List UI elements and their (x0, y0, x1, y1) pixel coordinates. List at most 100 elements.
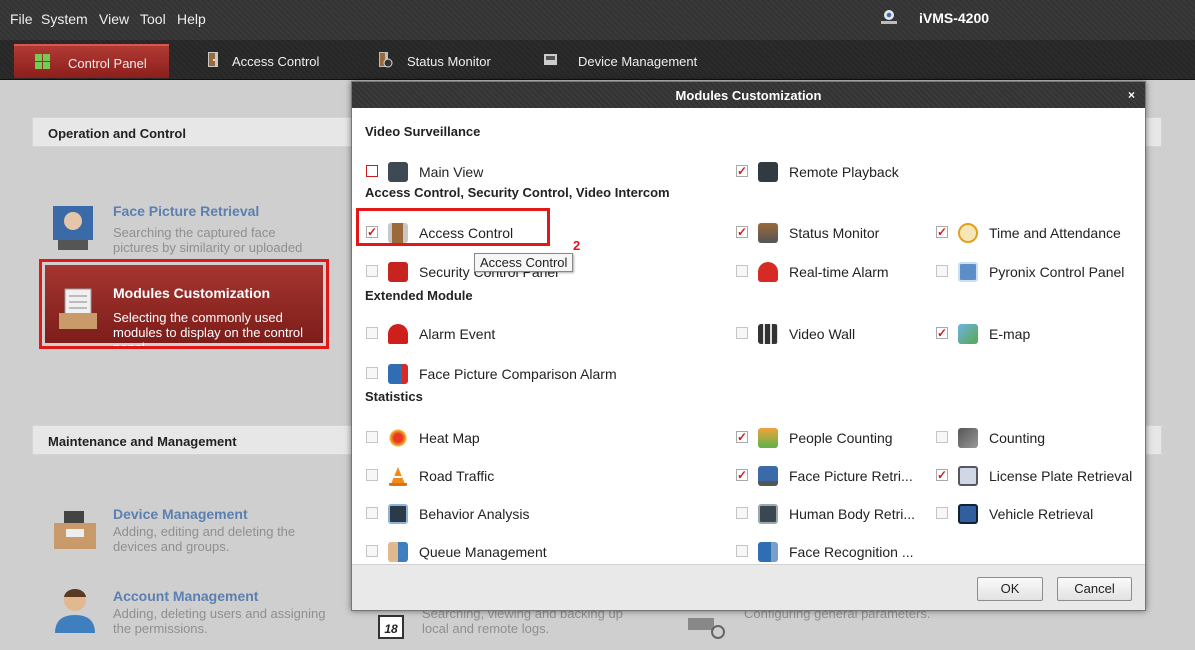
checkbox[interactable] (366, 507, 378, 519)
module-label: Real-time Alarm (789, 264, 889, 280)
account-management-item[interactable]: Account Management Adding, deleting user… (52, 585, 352, 645)
item-title: Account Management (113, 588, 259, 604)
checkbox[interactable] (366, 165, 378, 177)
checkbox[interactable]: ✓ (736, 469, 748, 481)
tab-access-control[interactable]: Access Control (190, 44, 340, 78)
access-control-highlight (356, 208, 550, 246)
tab-device-management[interactable]: Device Management (538, 44, 718, 78)
category-extended-module: Extended Module (365, 288, 473, 303)
step-marker-2: 2 (573, 238, 581, 253)
module-label: Vehicle Retrieval (989, 506, 1094, 522)
menu-view[interactable]: View (99, 11, 129, 27)
face-alarm-icon (388, 364, 408, 384)
module-label: Behavior Analysis (419, 506, 530, 522)
item-description: Selecting the commonly used modules to d… (113, 310, 304, 349)
dialog-title-bar: Modules Customization × (352, 82, 1145, 108)
menu-file[interactable]: File (10, 11, 33, 27)
category-statistics: Statistics (365, 389, 423, 404)
item-description: Searching, viewing and backing up local … (422, 606, 623, 636)
device-icon (544, 54, 557, 65)
user-account-icon (55, 588, 95, 633)
module-label: Human Body Retri... (789, 506, 916, 522)
log-search-item[interactable]: 18 Searching, viewing and backing up loc… (378, 606, 648, 650)
device-management-icon (54, 511, 96, 549)
section-title: Operation and Control (48, 126, 186, 141)
tab-label: Status Monitor (407, 54, 491, 69)
modules-customization-icon (59, 288, 97, 329)
checkbox[interactable] (366, 265, 378, 277)
counting-icon (958, 428, 978, 448)
alarm-icon (758, 262, 778, 282)
tab-label: Device Management (578, 54, 698, 69)
behavior-icon (388, 504, 408, 524)
module-label: Road Traffic (419, 468, 495, 484)
tab-status-monitor[interactable]: Status Monitor (362, 44, 522, 78)
checkbox[interactable] (936, 431, 948, 443)
queue-icon (388, 542, 408, 562)
status-monitor-icon (379, 52, 393, 68)
item-title: Face Picture Retrieval (113, 203, 260, 219)
module-label: Heat Map (419, 430, 480, 446)
map-icon (958, 324, 978, 344)
module-label: Counting (989, 430, 1046, 446)
security-panel-icon (388, 262, 408, 282)
checkbox[interactable] (736, 507, 748, 519)
checkbox[interactable]: ✓ (736, 165, 748, 177)
tab-control-panel[interactable]: Control Panel (14, 44, 169, 78)
checkbox[interactable] (366, 469, 378, 481)
people-counting-icon (758, 428, 778, 448)
cancel-button[interactable]: Cancel (1057, 577, 1132, 601)
item-title: Modules Customization (113, 285, 271, 301)
module-label: Main View (419, 164, 484, 180)
menu-tool[interactable]: Tool (140, 11, 166, 27)
face-picture-retrieval-item[interactable]: Face Picture Retrieval Searching the cap… (52, 200, 352, 260)
category-access-control: Access Control, Security Control, Video … (365, 185, 670, 200)
checkbox[interactable] (366, 431, 378, 443)
status-monitor-icon (758, 223, 778, 243)
category-video-surveillance: Video Surveillance (365, 124, 481, 139)
system-configuration-icon (688, 618, 725, 639)
module-label: Face Picture Comparison Alarm (419, 366, 617, 382)
checkbox[interactable]: ✓ (936, 327, 948, 339)
checkbox[interactable] (936, 507, 948, 519)
checkbox[interactable]: ✓ (936, 469, 948, 481)
pyronix-icon (958, 262, 978, 282)
tab-label: Access Control (232, 54, 320, 69)
module-label: Pyronix Control Panel (989, 264, 1125, 280)
dialog-body: Video Surveillance Main View ✓ Remote Pl… (352, 109, 1145, 564)
checkbox[interactable] (736, 265, 748, 277)
door-icon (208, 52, 218, 67)
module-label: Face Picture Retri... (789, 468, 913, 484)
checkbox[interactable]: ✓ (736, 226, 748, 238)
close-icon[interactable]: × (1128, 88, 1135, 102)
item-title: Device Management (113, 506, 248, 522)
siren-icon (388, 324, 408, 344)
tooltip: Access Control (474, 253, 574, 272)
checkbox[interactable] (366, 367, 378, 379)
control-panel-icon (35, 54, 50, 69)
checkbox[interactable] (936, 265, 948, 277)
checkbox[interactable]: ✓ (936, 226, 948, 238)
checkbox[interactable] (366, 327, 378, 339)
tab-label: Control Panel (68, 56, 147, 71)
system-configuration-item[interactable]: Configuring general parameters. (686, 606, 966, 648)
modules-customization-item[interactable]: Modules Customization Selecting the comm… (39, 259, 329, 349)
item-description: Adding, editing and deleting the devices… (113, 524, 296, 554)
checkbox[interactable] (736, 545, 748, 557)
module-label: Face Recognition ... (789, 544, 914, 560)
main-view-icon (388, 162, 408, 182)
section-title: Maintenance and Management (48, 434, 237, 449)
item-description: Adding, deleting users and assigning the… (113, 606, 326, 636)
item-description: Searching the captured face pictures by … (113, 225, 303, 257)
checkbox[interactable]: ✓ (736, 431, 748, 443)
dialog-footer: OK Cancel (352, 564, 1145, 610)
menu-system[interactable]: System (41, 11, 88, 27)
clock-icon (958, 223, 978, 243)
module-label: Status Monitor (789, 225, 880, 241)
device-management-item[interactable]: Device Management Adding, editing and de… (52, 503, 352, 563)
checkbox[interactable] (366, 545, 378, 557)
menu-help[interactable]: Help (177, 11, 206, 27)
traffic-cone-icon (389, 467, 407, 486)
ok-button[interactable]: OK (977, 577, 1043, 601)
checkbox[interactable] (736, 327, 748, 339)
